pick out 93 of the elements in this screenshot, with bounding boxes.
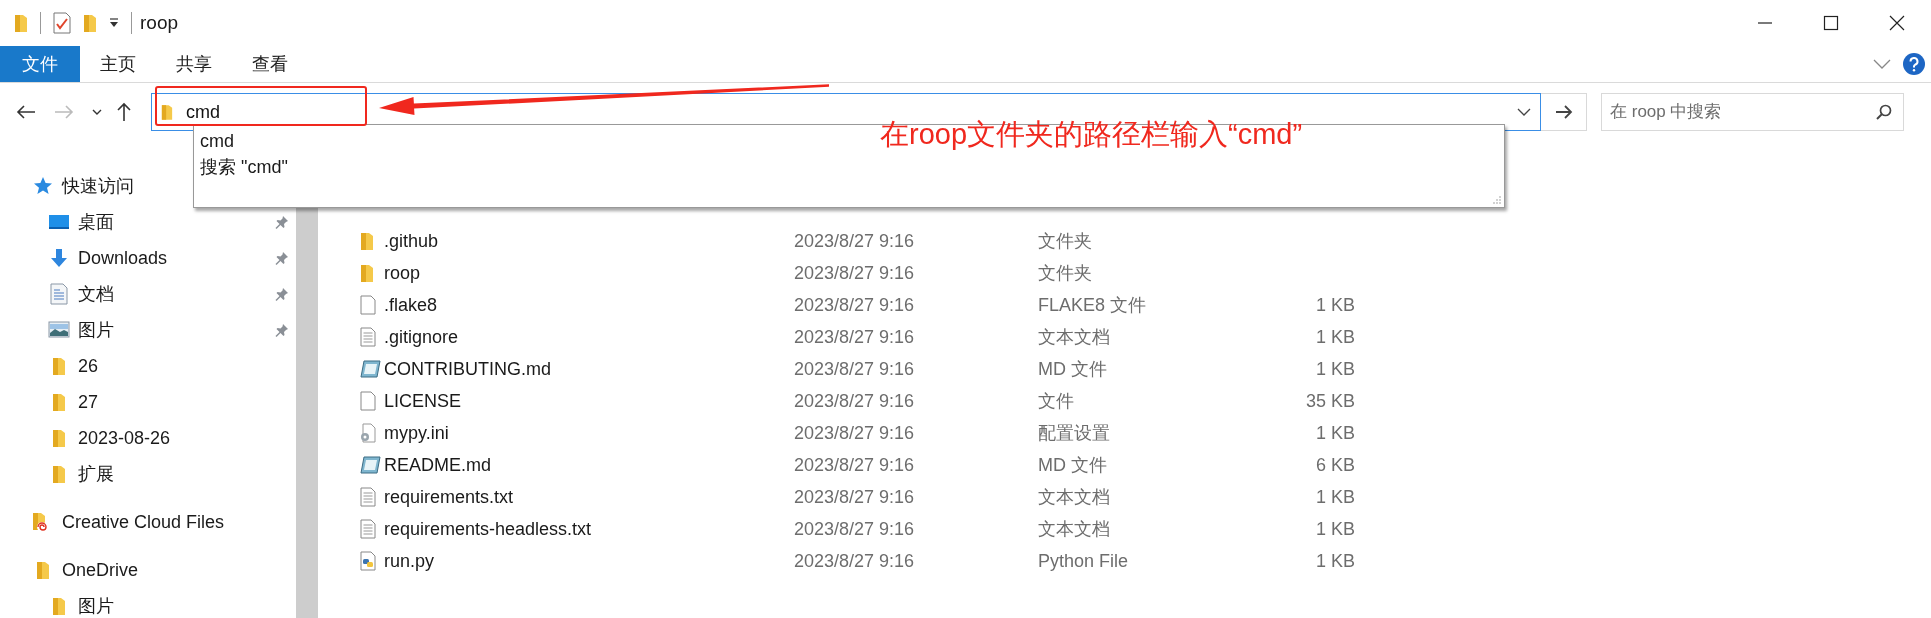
text-file-icon bbox=[360, 487, 376, 507]
file-name[interactable]: requirements-headless.txt bbox=[384, 518, 794, 540]
modified-date: 2023/8/27 9:16 bbox=[794, 294, 916, 316]
modified-date: 2023/8/27 9:16 bbox=[794, 454, 916, 476]
modified-date: 2023/8/27 9:16 bbox=[794, 390, 916, 412]
modified-date: 2023/8/27 9:16 bbox=[794, 230, 916, 252]
file-type: MD 文件 bbox=[1038, 358, 1108, 381]
maximize-icon[interactable] bbox=[1823, 15, 1839, 31]
modified-date: 2023/8/27 9:16 bbox=[794, 262, 916, 284]
file-name[interactable]: README.md bbox=[384, 454, 794, 476]
window-title: roop bbox=[140, 12, 179, 34]
help-icon[interactable] bbox=[1903, 53, 1925, 75]
file-type: 文件夹 bbox=[1038, 262, 1093, 285]
suggestion-item[interactable]: 搜索 "cmd" bbox=[200, 154, 288, 180]
file-name[interactable]: .gitignore bbox=[384, 326, 794, 348]
download-icon bbox=[48, 248, 70, 268]
file-name[interactable]: run.py bbox=[384, 550, 794, 572]
sidebar-item[interactable]: 图片 bbox=[78, 318, 114, 342]
file-size: 1 KB bbox=[1315, 326, 1355, 347]
file-name[interactable]: roop bbox=[384, 262, 794, 284]
file-type: 文件 bbox=[1038, 390, 1075, 413]
back-icon[interactable] bbox=[16, 104, 36, 120]
file-type: 文本文档 bbox=[1038, 486, 1111, 509]
markdown-file-icon bbox=[360, 455, 382, 475]
suggestion-item[interactable]: cmd bbox=[200, 128, 234, 154]
search-field[interactable]: 在 roop 中搜索 bbox=[1601, 93, 1904, 131]
file-type: MD 文件 bbox=[1038, 454, 1108, 477]
text-file-icon bbox=[360, 327, 376, 347]
resize-grip-icon[interactable] bbox=[1493, 196, 1501, 204]
recent-locations-icon[interactable] bbox=[92, 108, 102, 116]
file-icon bbox=[360, 391, 376, 411]
file-name[interactable]: .github bbox=[384, 230, 794, 252]
pin-icon[interactable] bbox=[275, 251, 289, 265]
modified-date: 2023/8/27 9:16 bbox=[794, 422, 916, 444]
sidebar-item[interactable]: 图片 bbox=[78, 594, 114, 618]
modified-date: 2023/8/27 9:16 bbox=[794, 486, 916, 508]
file-name[interactable]: CONTRIBUTING.md bbox=[384, 358, 794, 380]
file-size: 1 KB bbox=[1315, 518, 1355, 539]
modified-date: 2023/8/27 9:16 bbox=[794, 518, 916, 540]
properties-icon[interactable] bbox=[53, 12, 71, 34]
sidebar-item[interactable]: Downloads bbox=[78, 247, 168, 269]
file-name[interactable]: .flake8 bbox=[384, 294, 794, 316]
document-icon bbox=[48, 283, 70, 305]
search-icon bbox=[1876, 104, 1892, 120]
folder-icon bbox=[161, 103, 173, 121]
dropdown-icon[interactable] bbox=[109, 18, 119, 28]
pin-icon[interactable] bbox=[275, 287, 289, 301]
go-button[interactable] bbox=[1541, 93, 1587, 131]
file-size: 1 KB bbox=[1315, 294, 1355, 315]
file-type: Python File bbox=[1038, 550, 1130, 572]
file-size: 1 KB bbox=[1315, 550, 1355, 571]
modified-date: 2023/8/27 9:16 bbox=[794, 550, 916, 572]
pin-icon[interactable] bbox=[275, 323, 289, 337]
folder-icon bbox=[14, 13, 28, 33]
file-type: 文件夹 bbox=[1038, 230, 1093, 253]
sidebar-item[interactable]: 文档 bbox=[78, 282, 114, 306]
file-size: 1 KB bbox=[1315, 422, 1355, 443]
sidebar-item[interactable]: 扩展 bbox=[78, 462, 114, 486]
file-icon bbox=[360, 295, 376, 315]
sidebar-item[interactable]: 桌面 bbox=[78, 210, 114, 234]
modified-date: 2023/8/27 9:16 bbox=[794, 326, 916, 348]
pictures-icon bbox=[48, 321, 70, 339]
sidebar-item[interactable]: 27 bbox=[78, 391, 99, 413]
text-file-icon bbox=[360, 519, 376, 539]
modified-date: 2023/8/27 9:16 bbox=[794, 358, 916, 380]
chevron-down-icon[interactable] bbox=[1517, 108, 1531, 117]
folder-icon bbox=[360, 263, 374, 283]
file-name[interactable]: mypy.ini bbox=[384, 422, 794, 444]
file-size: 35 KB bbox=[1305, 390, 1355, 411]
star-icon bbox=[32, 176, 54, 196]
file-type: 文本文档 bbox=[1038, 518, 1111, 541]
folder-icon bbox=[360, 231, 374, 251]
file-name[interactable]: LICENSE bbox=[384, 390, 794, 412]
file-size: 6 KB bbox=[1315, 454, 1355, 475]
sidebar-item[interactable]: 快速访问 bbox=[62, 174, 134, 198]
sidebar-item[interactable]: Creative Cloud Files bbox=[62, 511, 225, 533]
file-size: 1 KB bbox=[1315, 486, 1355, 507]
settings-file-icon bbox=[360, 423, 376, 443]
sidebar-item[interactable]: 26 bbox=[78, 355, 99, 377]
file-type: FLAKE8 文件 bbox=[1038, 294, 1148, 317]
sidebar-item[interactable]: 2023-08-26 bbox=[78, 427, 171, 449]
python-file-icon bbox=[360, 551, 376, 571]
up-icon[interactable] bbox=[116, 102, 132, 122]
markdown-file-icon bbox=[360, 359, 382, 379]
arrow-right-icon bbox=[1554, 105, 1573, 119]
pin-icon[interactable] bbox=[275, 215, 289, 229]
file-name[interactable]: requirements.txt bbox=[384, 486, 794, 508]
file-type: 配置设置 bbox=[1038, 422, 1111, 445]
desktop-icon bbox=[48, 213, 70, 231]
file-type: 文本文档 bbox=[1038, 326, 1111, 349]
file-size: 1 KB bbox=[1315, 358, 1355, 379]
close-icon[interactable] bbox=[1889, 15, 1905, 31]
sidebar-item[interactable]: OneDrive bbox=[62, 559, 139, 581]
